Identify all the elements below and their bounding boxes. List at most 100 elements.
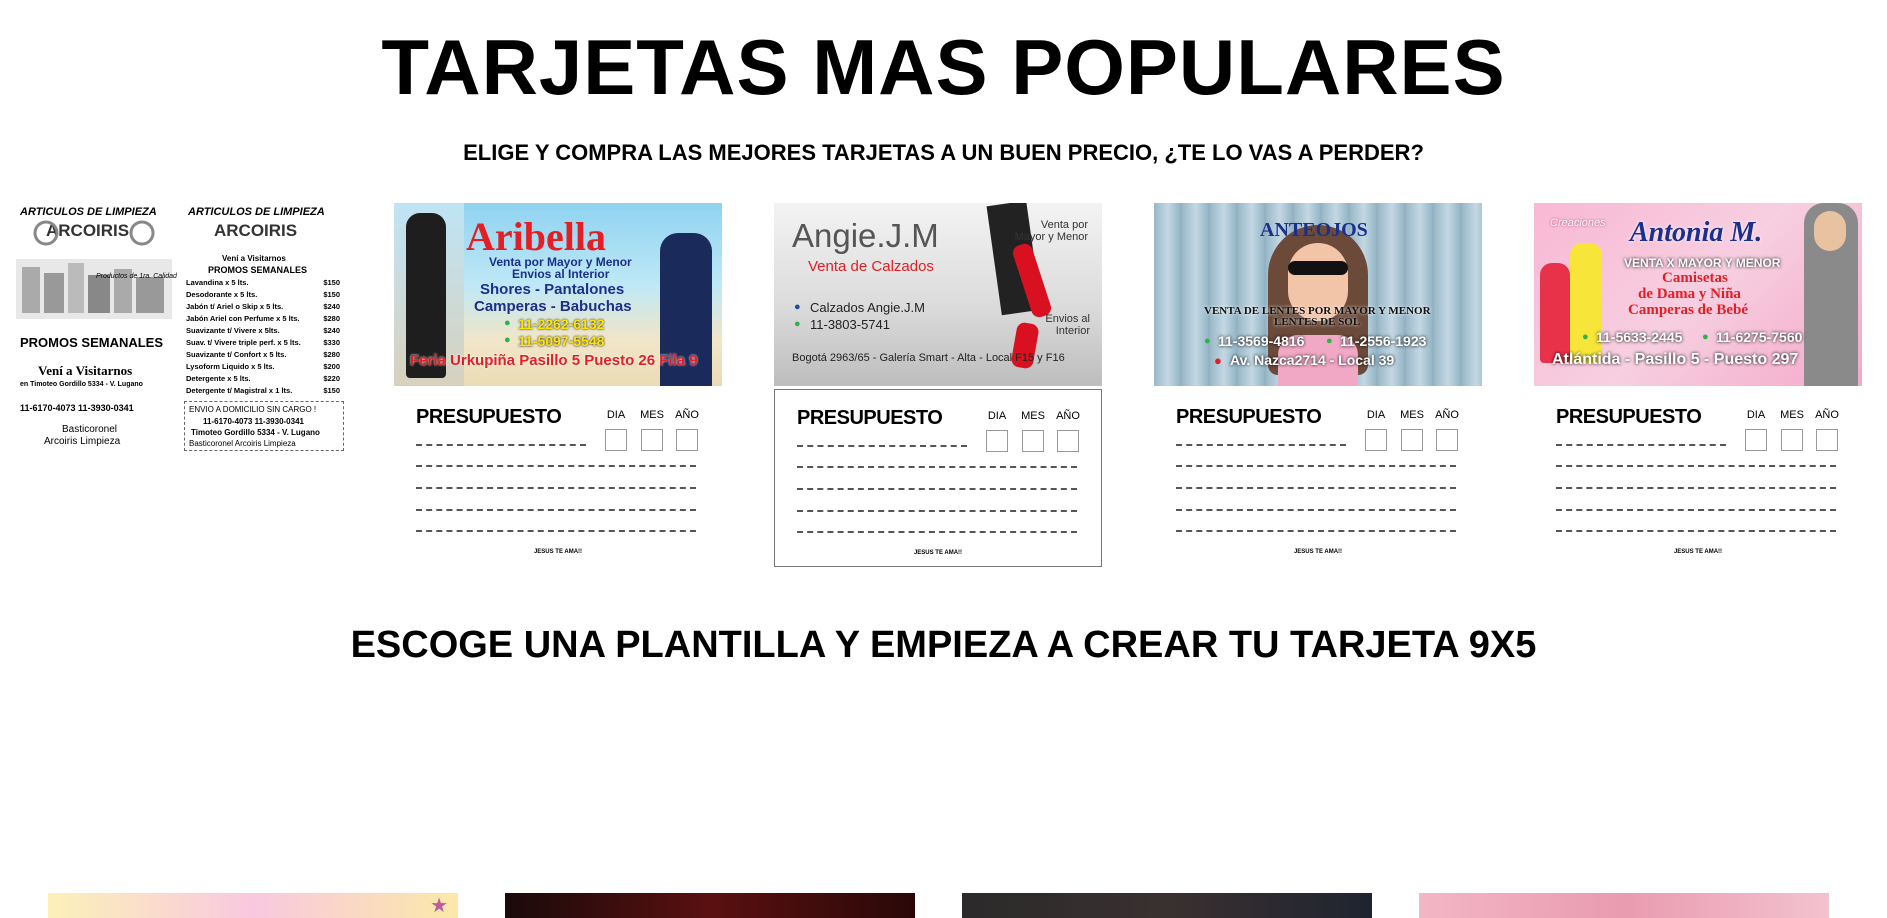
envio-address: Timoteo Gordillo 5334 - V. Lugano xyxy=(191,428,320,437)
whatsapp-icon: ● xyxy=(504,317,511,329)
jesus-footer: JESUS TE AMA!! xyxy=(1293,549,1343,555)
whatsapp-icon: ● xyxy=(1582,331,1589,343)
dia-box xyxy=(986,430,1008,452)
mes-box xyxy=(1781,429,1803,451)
dashed-line xyxy=(416,444,586,446)
price-row: Lavandina x 5 lts. $150 xyxy=(186,278,340,287)
dashed-line xyxy=(1556,444,1726,446)
anteojos-name: ANTEOJOS xyxy=(1260,219,1368,241)
anio-label: AÑO xyxy=(1815,409,1839,421)
aribella-phone2: 11-5097-5548 xyxy=(518,333,605,349)
dia-box xyxy=(1745,429,1767,451)
angie-side2: Envios al Interior xyxy=(1045,313,1090,337)
location-pin-icon: ● xyxy=(1214,353,1222,368)
dashed-line xyxy=(416,487,696,489)
dashed-line xyxy=(416,530,696,532)
jesus-footer: JESUS TE AMA!! xyxy=(1673,549,1723,555)
mes-label: MES xyxy=(640,409,664,421)
antonia-front: Creaciones Antonia M. VENTA X MAYOR Y ME… xyxy=(1534,203,1862,386)
jesus-footer: JESUS TE AMA!! xyxy=(913,550,963,556)
antonia-line2: Camisetas xyxy=(1662,270,1728,286)
anio-label: AÑO xyxy=(675,409,699,421)
angie-phone: 11-3803-5741 xyxy=(810,317,890,332)
section-title: ESCOGE UNA PLANTILLA Y EMPIEZA A CREAR T… xyxy=(350,624,1537,666)
template-thumbnail[interactable] xyxy=(1419,893,1829,918)
template-thumbnail[interactable]: ★ xyxy=(48,893,458,918)
price-row: Jabón t/ Ariel o Skip x 5 lts. $240 xyxy=(186,302,340,311)
whatsapp-icon: ● xyxy=(1702,331,1709,343)
mes-box xyxy=(1401,429,1423,451)
dashed-line xyxy=(1176,530,1456,532)
limpieza-phones: 11-6170-4073 11-3930-0341 xyxy=(20,403,134,413)
limpieza-heading: ARTICULOS DE LIMPIEZA xyxy=(20,206,157,218)
presupuesto-label: PRESUPUESTO xyxy=(1176,406,1322,428)
aribella-line3: Shores - Pantalones xyxy=(480,281,625,298)
template-thumbnail[interactable] xyxy=(505,893,915,918)
limpieza-quality: Productos de 1ra. Calidad xyxy=(96,273,177,280)
antonia-name: Antonia M. xyxy=(1630,217,1763,248)
card-antonia[interactable]: Creaciones Antonia M. VENTA X MAYOR Y ME… xyxy=(1534,203,1862,568)
anteojos-line2: LENTES DE SOL xyxy=(1274,316,1361,328)
price-row: Suavizante t/ Confort x 5 lts. $280 xyxy=(186,350,340,359)
limpieza-back-brand: ARCOIRIS xyxy=(214,221,298,240)
anteojos-address: Av. Nazca2714 - Local 39 xyxy=(1230,352,1395,368)
angie-address: Bogotá 2963/65 - Galería Smart - Alta - … xyxy=(792,352,1065,364)
price-row: Desodorante x 5 lts. $150 xyxy=(186,290,340,299)
envio-social: Basticoronel Arcoiris Limpieza xyxy=(189,439,296,448)
aribella-location: Feria Urkupiña Pasillo 5 Puesto 26 Fila … xyxy=(410,352,698,369)
antonia-phone1: 11-5633-2445 xyxy=(1596,329,1683,345)
dashed-line xyxy=(1556,530,1836,532)
limpieza-back-visit: Vení a Visitarnos xyxy=(222,254,286,263)
anteojos-phone2: 11-2556-1923 xyxy=(1340,333,1427,349)
limpieza-instagram: Basticoronel xyxy=(62,424,118,435)
mes-label: MES xyxy=(1780,409,1804,421)
angie-facebook: Calzados Angie.J.M xyxy=(810,300,925,315)
aribella-front: Aribella Venta por Mayor y Menor Envios … xyxy=(394,203,722,386)
limpieza-back: ARTICULOS DE LIMPIEZA ARCOIRIS Vení a Vi… xyxy=(184,203,344,453)
page-subtitle: ELIGE Y COMPRA LAS MEJORES TARJETAS A UN… xyxy=(463,140,1424,165)
price-row: Jabón Ariel con Perfume x 5 lts. $280 xyxy=(186,314,340,323)
antonia-prefix: Creaciones xyxy=(1550,217,1606,229)
angie-side1: Venta por Mayor y Menor xyxy=(1014,219,1088,243)
dia-label: DIA xyxy=(1366,409,1386,421)
aribella-name: Aribella xyxy=(466,214,606,259)
angie-back: PRESUPUESTO DIA MES AÑO JESUS TE AMA!! xyxy=(774,389,1102,567)
whatsapp-icon: ● xyxy=(1326,335,1333,347)
limpieza-back-heading: ARTICULOS DE LIMPIEZA xyxy=(188,206,325,218)
template-thumbnail[interactable] xyxy=(962,893,1372,918)
antonia-line3: de Dama y Niña xyxy=(1638,286,1741,302)
angie-front: Angie.J.M Venta de Calzados Venta por Ma… xyxy=(774,203,1102,386)
anio-label: AÑO xyxy=(1435,409,1459,421)
antonia-address: Atlántida - Pasillo 5 - Puesto 297 xyxy=(1552,351,1799,368)
dia-label: DIA xyxy=(987,410,1007,422)
antonia-line4: Camperas de Bebé xyxy=(1628,302,1748,318)
limpieza-visit: Vení a Visitarnos xyxy=(38,363,133,378)
dia-box xyxy=(605,429,627,451)
anteojos-phone1: 11-3569-4816 xyxy=(1218,333,1305,349)
anio-box xyxy=(676,429,698,451)
limpieza-promos: PROMOS SEMANALES xyxy=(20,335,164,350)
envio-box: ENVIO A DOMICILIO SIN CARGO ! 11-6170-40… xyxy=(184,401,344,451)
whatsapp-icon: ● xyxy=(1204,335,1211,347)
mes-box xyxy=(641,429,663,451)
rainbow-logo-icon xyxy=(33,220,155,246)
dashed-line xyxy=(1176,509,1456,511)
limpieza-back-promos: PROMOS SEMANALES xyxy=(208,265,308,275)
card-anteojos[interactable]: ANTEOJOS VENTA DE LENTES POR MAYOR Y MEN… xyxy=(1154,203,1482,568)
card-angie[interactable]: Angie.J.M Venta de Calzados Venta por Ma… xyxy=(774,203,1102,568)
dashed-line xyxy=(1176,444,1346,446)
aribella-phone1: 11-2262-6132 xyxy=(518,316,605,332)
aribella-line2: Envios al Interior xyxy=(512,267,610,281)
mes-label: MES xyxy=(1021,410,1045,422)
price-row: Suav. t/ Vivere triple perf. x 5 lts. $33… xyxy=(186,338,340,347)
dia-label: DIA xyxy=(1746,409,1766,421)
dashed-line xyxy=(416,465,696,467)
facebook-icon: ● xyxy=(794,301,801,313)
price-row: Suavizante t/ Vivere x 5lts. $240 xyxy=(186,326,340,335)
mes-label: MES xyxy=(1400,409,1424,421)
angie-tagline: Venta de Calzados xyxy=(808,258,934,275)
card-arcoiris-limpieza[interactable]: ARTICULOS DE LIMPIEZA ARCOIRIS Productos… xyxy=(14,203,344,453)
dashed-line xyxy=(416,509,696,511)
price-row: Detergente x 5 lts. $220 xyxy=(186,374,340,383)
card-aribella[interactable]: Aribella Venta por Mayor y Menor Envios … xyxy=(394,203,722,568)
